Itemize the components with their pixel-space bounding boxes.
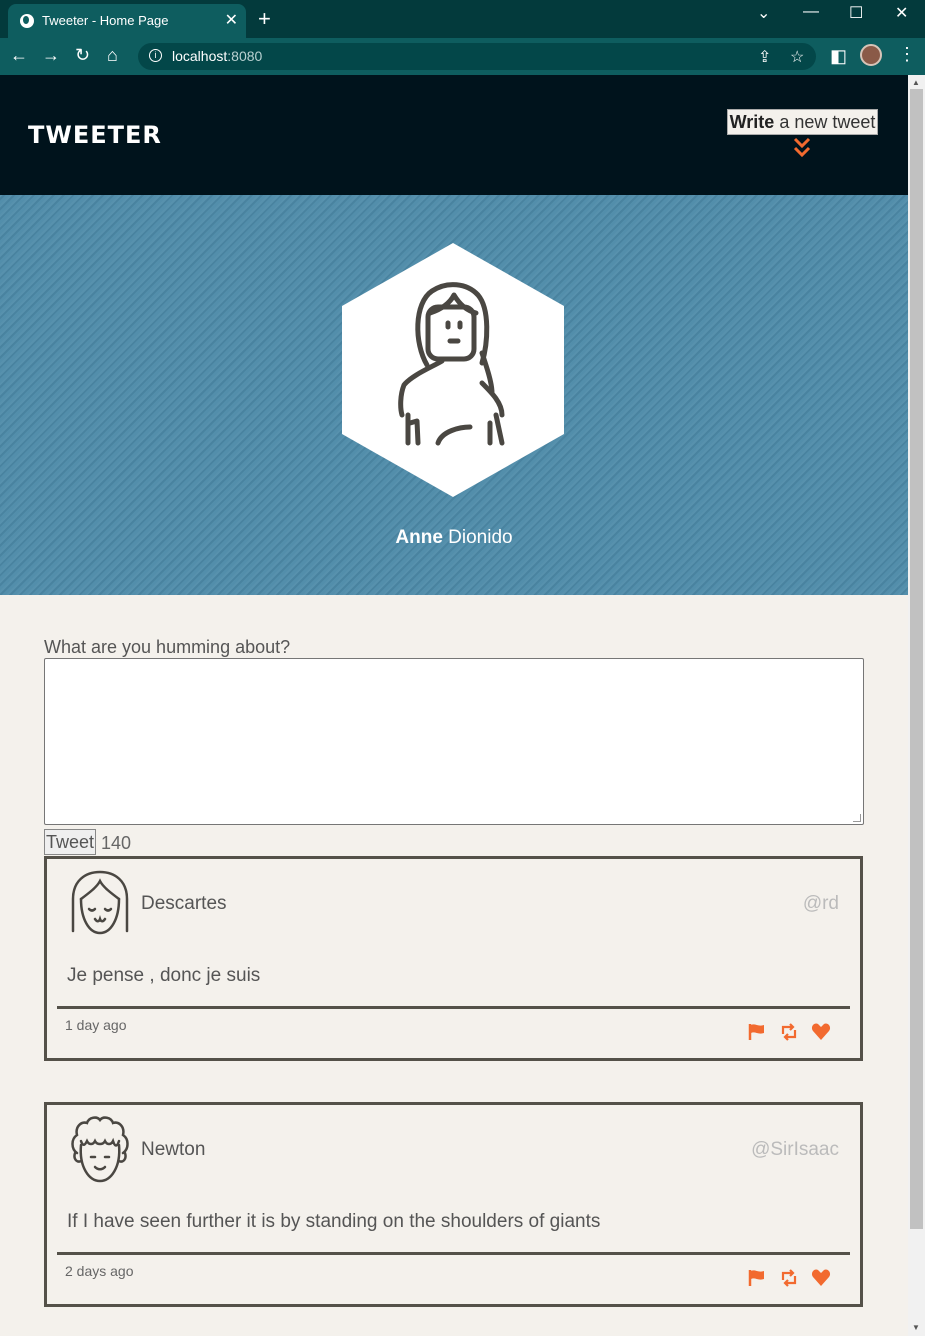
site-logo[interactable]: TWEETER bbox=[28, 121, 162, 149]
compose-label-bold: Write bbox=[729, 112, 775, 132]
side-panel-icon[interactable]: ◧ bbox=[830, 46, 847, 67]
forward-icon[interactable]: → bbox=[42, 45, 60, 66]
tweet-content: If I have seen further it is by standing… bbox=[67, 1211, 601, 1232]
close-window-button[interactable]: ✕ bbox=[895, 3, 908, 23]
compose-label-rest: a new tweet bbox=[774, 112, 876, 132]
url-host: localhost bbox=[172, 48, 228, 64]
tweet-author-name: Descartes bbox=[141, 893, 227, 914]
compose-prompt-label: What are you humming about? bbox=[44, 637, 291, 657]
profile-avatar[interactable] bbox=[860, 44, 882, 66]
address-bar[interactable]: i localhost:8080 ⇪ ☆ bbox=[138, 43, 816, 70]
info-icon[interactable]: i bbox=[149, 49, 162, 62]
tweet-divider bbox=[57, 1006, 850, 1009]
tab-close-icon[interactable]: ✕ bbox=[225, 10, 238, 30]
heart-icon[interactable] bbox=[811, 1022, 831, 1042]
tweet-author-handle: @SirIsaac bbox=[751, 1139, 839, 1160]
descartes-avatar-icon bbox=[71, 870, 129, 935]
tweet-actions bbox=[747, 1022, 835, 1042]
tweet-author-name: Newton bbox=[141, 1139, 206, 1160]
tweet-textarea[interactable] bbox=[44, 658, 864, 825]
browser-tab-bar: Tweeter - Home Page ✕ + ⌄ — ☐ ✕ bbox=[0, 0, 925, 38]
scroll-down-arrow-icon[interactable]: ▼ bbox=[912, 1323, 920, 1332]
globe-icon bbox=[20, 14, 34, 28]
site-header: TWEETER Write a new tweet bbox=[0, 75, 908, 195]
back-icon[interactable]: ← bbox=[10, 45, 28, 66]
tweet-author-handle: @rd bbox=[802, 893, 839, 914]
home-icon[interactable]: ⌂ bbox=[107, 45, 118, 66]
page-scrollbar[interactable]: ▲ ▼ bbox=[908, 75, 925, 1336]
url-text: localhost:8080 bbox=[172, 48, 262, 64]
browser-toolbar: ← → ↻ ⌂ i localhost:8080 ⇪ ☆ ◧ ⋮ bbox=[0, 38, 925, 75]
tab-title: Tweeter - Home Page bbox=[42, 13, 169, 28]
tweet-submit-button[interactable]: Tweet bbox=[44, 829, 96, 855]
tweet-content: Je pense , donc je suis bbox=[67, 965, 261, 986]
browser-tab[interactable]: Tweeter - Home Page ✕ bbox=[8, 4, 246, 38]
menu-kebab-icon[interactable]: ⋮ bbox=[898, 44, 916, 65]
scroll-up-arrow-icon[interactable]: ▲ bbox=[912, 78, 920, 87]
tab-search-icon[interactable]: ⌄ bbox=[757, 3, 770, 23]
retweet-icon[interactable] bbox=[779, 1268, 799, 1288]
tweet-timestamp: 2 days ago bbox=[65, 1263, 134, 1279]
reload-icon[interactable]: ↻ bbox=[75, 45, 90, 66]
tweet-divider bbox=[57, 1252, 850, 1255]
flag-icon[interactable] bbox=[747, 1268, 767, 1288]
resize-grip-icon[interactable] bbox=[853, 814, 861, 822]
maximize-button[interactable]: ☐ bbox=[849, 3, 863, 23]
retweet-icon[interactable] bbox=[779, 1022, 799, 1042]
scroll-thumb[interactable] bbox=[910, 89, 923, 1229]
tweet-actions bbox=[747, 1268, 835, 1288]
share-icon[interactable]: ⇪ bbox=[758, 47, 771, 67]
profile-last-name: Dionido bbox=[442, 527, 513, 548]
newton-avatar-icon bbox=[71, 1116, 129, 1183]
url-port: :8080 bbox=[227, 48, 263, 64]
tweet-card: Newton @SirIsaac If I have seen further … bbox=[44, 1102, 863, 1307]
profile-avatar-hexagon bbox=[342, 243, 564, 497]
profile-banner: Anne Dionido bbox=[0, 195, 908, 595]
tweet-timestamp: 1 day ago bbox=[65, 1017, 127, 1033]
profile-first-name: Anne bbox=[395, 527, 443, 548]
new-tab-button[interactable]: + bbox=[258, 6, 271, 32]
flag-icon[interactable] bbox=[747, 1022, 767, 1042]
tweet-card: Descartes @rd Je pense , donc je suis 1 … bbox=[44, 856, 863, 1061]
char-counter: 140 bbox=[101, 833, 132, 853]
bookmark-star-icon[interactable]: ☆ bbox=[790, 47, 804, 67]
minimize-button[interactable]: — bbox=[803, 3, 819, 21]
heart-icon[interactable] bbox=[811, 1268, 831, 1288]
double-chevron-down-icon[interactable] bbox=[792, 137, 812, 159]
profile-username: Anne Dionido bbox=[0, 527, 908, 549]
write-tweet-button[interactable]: Write a new tweet bbox=[727, 109, 878, 135]
